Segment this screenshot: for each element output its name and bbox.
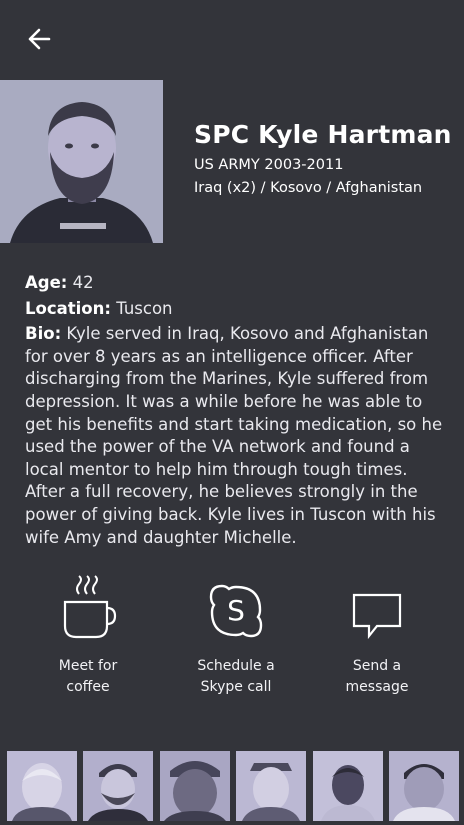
meet-for-coffee-button[interactable]: Meet for coffee (28, 572, 148, 698)
send-message-line2: message (345, 679, 409, 695)
location-value: Tuscon (116, 298, 173, 318)
age-row: Age: 42 (25, 272, 445, 295)
age-value: 42 (72, 273, 94, 292)
svg-text:S: S (227, 594, 245, 627)
profile-name: SPC Kyle Hartman (194, 120, 452, 149)
contact-actions: Meet for coffee S Schedule a Skype call … (0, 572, 464, 702)
schedule-skype-line2: Skype call (200, 679, 272, 695)
profile-details: Age: 42 Location: Tuscon Bio: Kyle serve… (25, 272, 445, 549)
profile-photo (0, 80, 163, 243)
veteran-thumbnail[interactable] (236, 751, 306, 821)
arrow-left-icon (28, 28, 51, 50)
bio-text: Kyle served in Iraq, Kosovo and Afghanis… (25, 324, 443, 547)
schedule-skype-call-button[interactable]: S Schedule a Skype call (176, 572, 296, 698)
send-message-button[interactable]: Send a message (317, 572, 437, 698)
bio: Bio: Kyle served in Iraq, Kosovo and Afg… (25, 323, 445, 549)
bio-label: Bio: (25, 324, 62, 344)
veteran-thumbnail[interactable] (83, 751, 153, 821)
location-row: Location: Tuscon (25, 298, 445, 321)
age-label: Age: (25, 273, 68, 292)
meet-for-coffee-line2: coffee (66, 679, 110, 695)
location-label: Location: (25, 298, 111, 318)
veteran-thumbnail[interactable] (160, 751, 230, 821)
veteran-thumbnail[interactable] (389, 751, 459, 821)
veteran-thumbnail[interactable] (313, 751, 383, 821)
back-button[interactable] (26, 26, 52, 52)
skype-icon: S (209, 584, 263, 638)
send-message-line1: Send a (352, 658, 402, 674)
service-branch: US ARMY 2003-2011 (194, 157, 344, 173)
deployments: Iraq (x2) / Kosovo / Afghanistan (194, 180, 423, 196)
coffee-cup-icon (63, 575, 117, 639)
schedule-skype-line1: Schedule a (197, 658, 275, 674)
veteran-thumbnails (0, 751, 464, 821)
meet-for-coffee-line1: Meet for (58, 658, 118, 674)
veteran-thumbnail[interactable] (7, 751, 77, 821)
message-bubble-icon (352, 593, 402, 640)
